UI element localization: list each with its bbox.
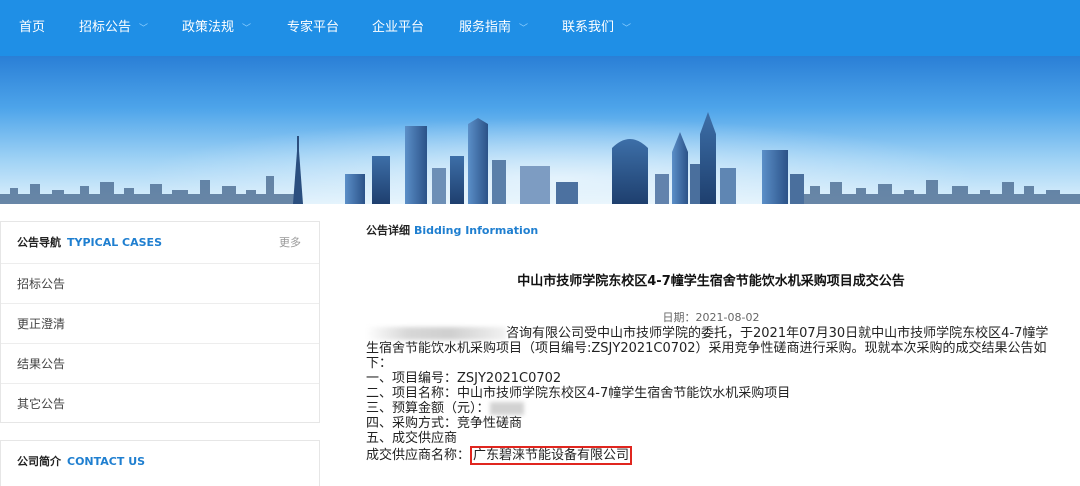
nav-experts[interactable]: 专家平台 (287, 0, 339, 56)
nav-enterprise[interactable]: 企业平台 (372, 0, 424, 56)
more-link[interactable]: 更多 (279, 222, 301, 264)
nav-policies-label: 政策法规 (182, 20, 235, 35)
notice-navigation-title: 公告导航 (17, 236, 61, 249)
redacted-company-name (366, 327, 506, 340)
winning-supplier-heading: 五、成交供应商 (366, 431, 458, 446)
content-header-title: 公告详细 (366, 224, 410, 237)
winning-supplier-label: 成交供应商名称： (366, 448, 471, 463)
project-number-line: 一、项目编号：ZSJY2021C0702 (366, 371, 562, 386)
chevron-down-icon: ﹀ (622, 24, 632, 34)
procurement-method-line: 四、采购方式：竞争性磋商 (366, 416, 523, 431)
nav-experts-label: 专家平台 (287, 20, 340, 35)
sidebar-item-other-announcements[interactable]: 其它公告 (1, 384, 319, 424)
nav-bidding-announcements[interactable]: 招标公告 ﹀ (79, 0, 148, 56)
redacted-budget-amount (489, 402, 524, 415)
nav-contact-label: 联系我们 (562, 20, 615, 35)
sidebar-item-result-announcements[interactable]: 结果公告 (1, 344, 319, 384)
budget-label: 三、预算金额（元）： (366, 401, 490, 416)
winning-supplier-line: 成交供应商名称： 广东碧涞节能设备有限公司 (366, 446, 1060, 465)
content-header: 公告详细 Bidding Information (366, 222, 538, 238)
article-title: 中山市技师学院东校区4-7幢学生宿舍节能饮水机采购项目成交公告 (517, 274, 905, 289)
company-intro-panel: 公司简介 CONTACT US (0, 440, 320, 486)
sidebar-item-corrections[interactable]: 更正澄清 (1, 304, 319, 344)
article-intro-paragraph: 咨询有限公司受中山市技师学院的委托，于2021年07月30日就中山市技师学院东校… (366, 326, 1060, 371)
content-header-title-en: Bidding Information (414, 224, 539, 237)
nav-home[interactable]: 首页 (19, 0, 45, 56)
sidebar-item-bidding-announcements[interactable]: 招标公告 (1, 264, 319, 304)
city-skyline-banner (0, 56, 1080, 204)
nav-policies[interactable]: 政策法规 ﹀ (182, 0, 251, 56)
project-name-line: 二、项目名称：中山市技师学院东校区4-7幢学生宿舍节能饮水机采购项目 (366, 386, 791, 401)
nav-service-label: 服务指南 (459, 20, 512, 35)
notice-navigation-header: 公告导航 TYPICAL CASES 更多 (1, 222, 319, 264)
nav-bidding-label: 招标公告 (79, 20, 132, 35)
notice-navigation-panel: 公告导航 TYPICAL CASES 更多 招标公告 更正澄清 结果公告 其它公告 (0, 221, 320, 423)
winning-supplier-name: 广东碧涞节能设备有限公司 (470, 446, 633, 465)
skyline-illustration (0, 106, 1080, 204)
chevron-down-icon: ﹀ (242, 24, 252, 34)
top-navbar: 首页 招标公告 ﹀ 政策法规 ﹀ 专家平台 企业平台 服务指南 ﹀ 联系我们 ﹀ (0, 0, 1080, 56)
nav-contact[interactable]: 联系我们 ﹀ (562, 0, 631, 56)
chevron-down-icon: ﹀ (519, 24, 529, 34)
nav-home-label: 首页 (19, 20, 46, 35)
company-intro-title: 公司简介 (17, 455, 61, 468)
company-intro-title-en: CONTACT US (67, 455, 146, 468)
company-intro-header: 公司简介 CONTACT US (1, 441, 319, 483)
notice-navigation-title-en: TYPICAL CASES (67, 236, 162, 249)
article-date: 日期：2021-08-02 (662, 311, 760, 324)
budget-line: 三、预算金额（元）： (366, 401, 1060, 416)
article-body: 咨询有限公司受中山市技师学院的委托，于2021年07月30日就中山市技师学院东校… (366, 326, 1060, 465)
nav-service-guide[interactable]: 服务指南 ﹀ (459, 0, 528, 56)
chevron-down-icon: ﹀ (139, 24, 149, 34)
nav-enterprise-label: 企业平台 (372, 20, 425, 35)
